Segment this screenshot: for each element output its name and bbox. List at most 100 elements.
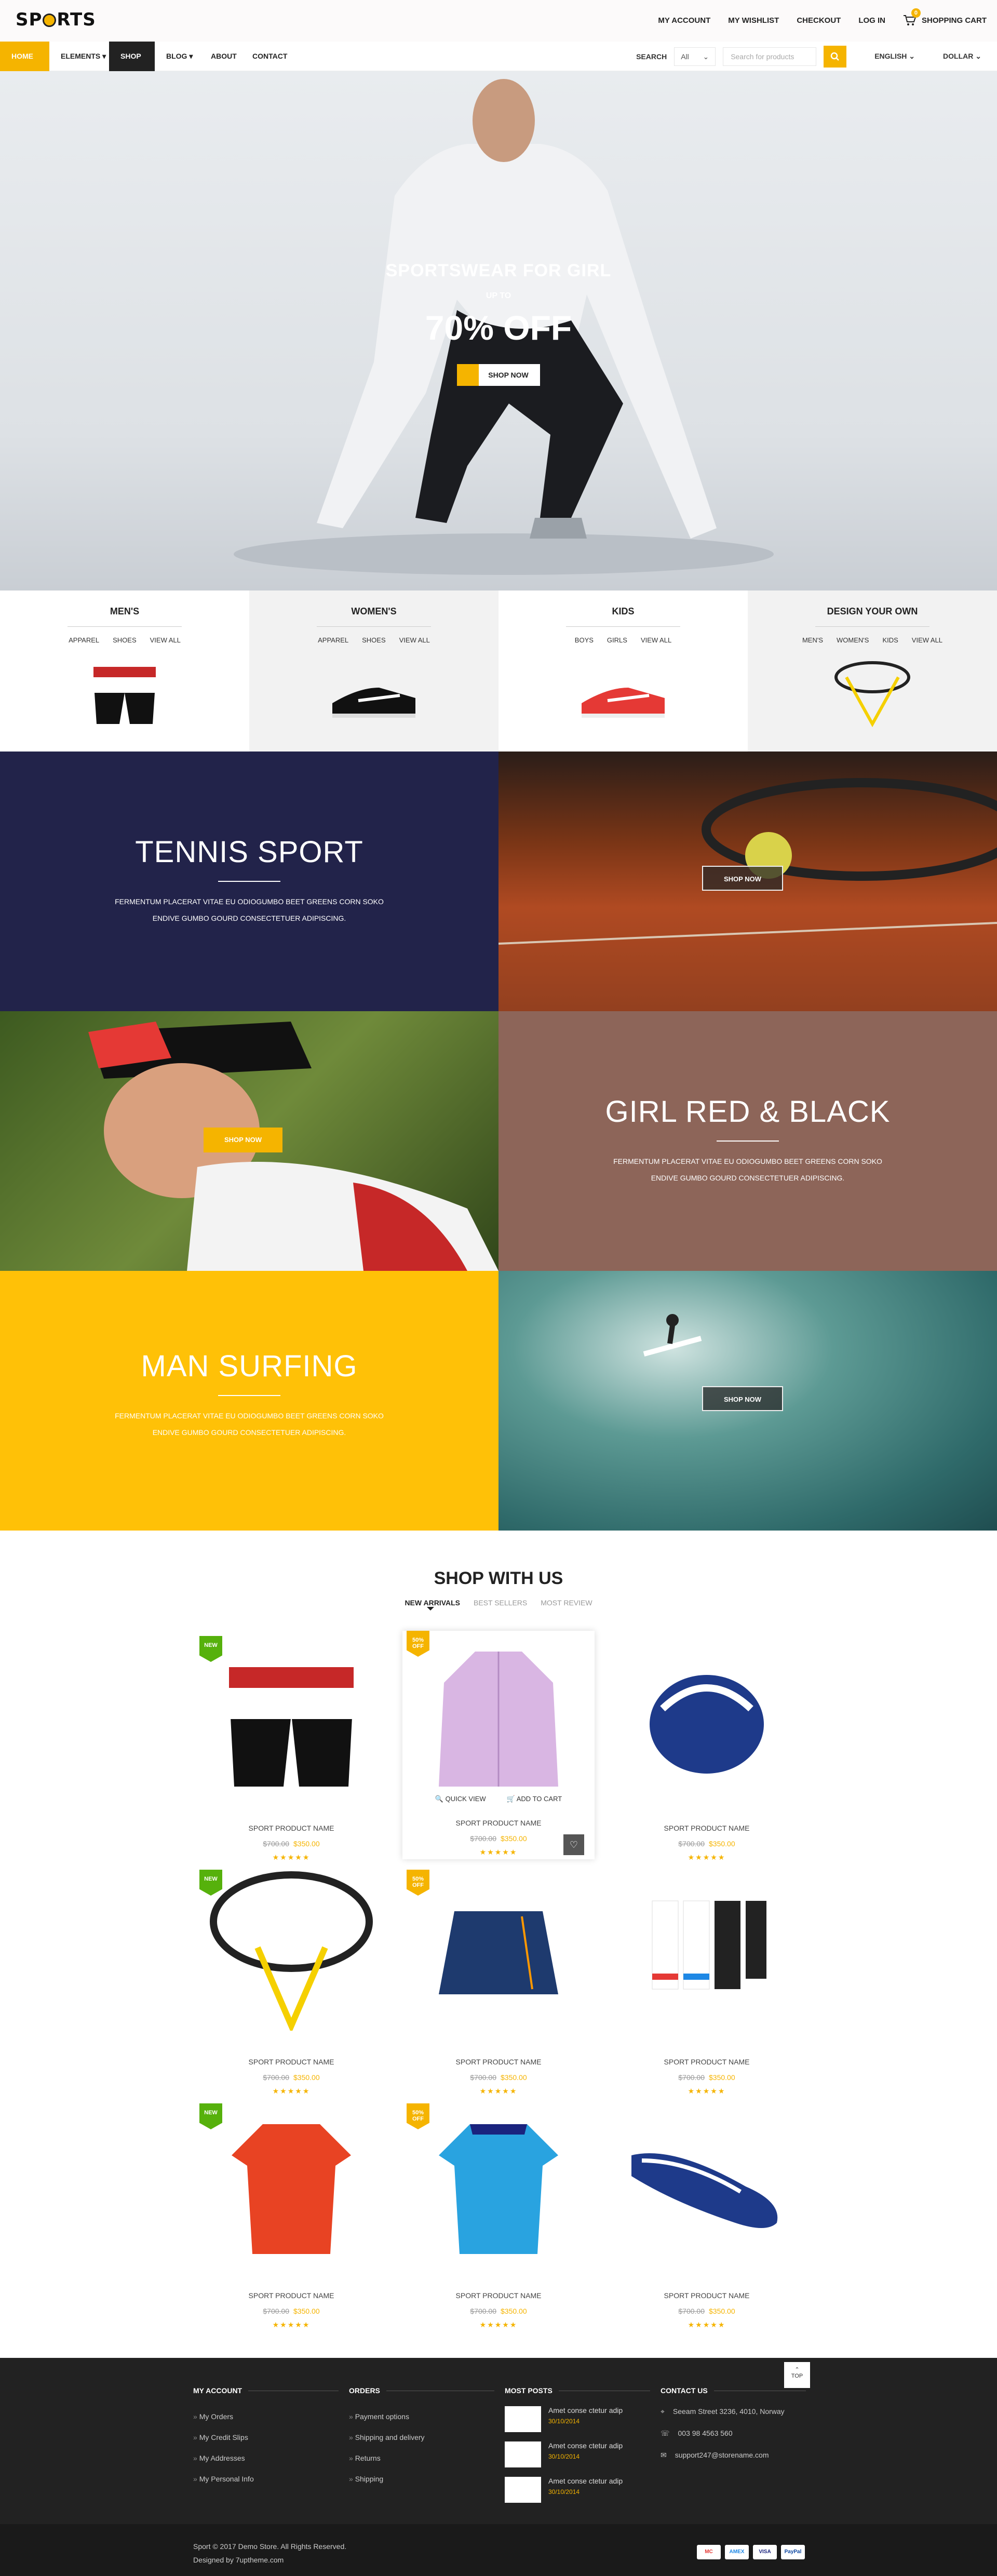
product-name[interactable]: SPORT PRODUCT NAME	[195, 2291, 387, 2300]
tab-new-arrivals[interactable]: NEW ARRIVALS	[405, 1599, 460, 1611]
ball-icon	[43, 14, 57, 27]
banner-shop-now-button[interactable]: SHOP NOW	[204, 1128, 282, 1152]
footer-link[interactable]: Returns	[349, 2448, 494, 2468]
product-card[interactable]: SPORT PRODUCT NAME $700.00 $350.00 ★★★★★	[611, 1870, 803, 2098]
nav-blog[interactable]: BLOG ▾	[155, 42, 204, 71]
footer-orders: ORDERS Payment options Shipping and deli…	[349, 2386, 494, 2489]
quick-view-button[interactable]: 🔍 QUICK VIEW	[435, 1795, 486, 1803]
product-card[interactable]: NEW SPORT PRODUCT NAME $700.00 $350.00 ★★…	[195, 2103, 387, 2332]
old-price: $700.00	[678, 2073, 705, 2082]
category-select[interactable]: All ⌄	[674, 47, 716, 66]
footer-link[interactable]: Shipping and delivery	[349, 2427, 494, 2448]
footer-link[interactable]: Payment options	[349, 2406, 494, 2427]
site-logo[interactable]: SP RTS	[16, 9, 96, 30]
product-card[interactable]: 50% OFF SPORT PRODUCT NAME $700.00 $350.0…	[402, 1870, 595, 2098]
hero-shop-now-button[interactable]: SHOP NOW	[457, 364, 540, 386]
product-card-hovered[interactable]: 50% OFF 🔍 QUICK VIEW 🛒 ADD TO CART SPORT…	[402, 1631, 595, 1859]
nav-home[interactable]: HOME ▾	[0, 42, 49, 90]
banner-shop-now-button[interactable]: SHOP NOW	[702, 866, 783, 891]
product-card[interactable]: SPORT PRODUCT NAME $700.00 $350.00 ★★★★★	[611, 2103, 803, 2332]
product-image[interactable]	[611, 1870, 803, 2031]
product-name[interactable]: SPORT PRODUCT NAME	[611, 2058, 803, 2066]
designer-credit[interactable]: Designed by 7uptheme.com	[193, 2553, 346, 2567]
category-link[interactable]: VIEW ALL	[912, 636, 942, 644]
category-link[interactable]: SHOES	[113, 636, 137, 644]
product-card[interactable]: 50% OFF SPORT PRODUCT NAME $700.00 $350.0…	[402, 2103, 595, 2332]
category-link[interactable]: VIEW ALL	[150, 636, 181, 644]
product-image[interactable]	[195, 2103, 387, 2264]
old-price: $700.00	[470, 1834, 496, 1843]
nav-shop[interactable]: SHOP ▾	[109, 42, 155, 90]
footer-link[interactable]: My Credit Slips	[193, 2427, 339, 2448]
footer-heading: MOST POSTS	[505, 2386, 553, 2395]
banner-surf: MAN SURFING FERMENTUM PLACERAT VITAE EU …	[0, 1271, 498, 1531]
tab-most-review[interactable]: MOST REVIEW	[541, 1599, 592, 1607]
my-account-link[interactable]: MY ACCOUNT	[658, 16, 710, 25]
wishlist-heart-icon[interactable]: ♡	[563, 1834, 584, 1855]
tab-best-sellers[interactable]: BEST SELLERS	[474, 1599, 527, 1607]
category-link[interactable]: BOYS	[575, 636, 594, 644]
post-item[interactable]: Amet conse ctetur adip 30/10/2014	[505, 2477, 650, 2512]
category-link[interactable]: VIEW ALL	[641, 636, 671, 644]
shoe-image	[332, 688, 415, 718]
checkout-link[interactable]: CHECKOUT	[797, 16, 841, 25]
banner-shop-now-button[interactable]: SHOP NOW	[702, 1386, 783, 1411]
product-name[interactable]: SPORT PRODUCT NAME	[402, 2058, 595, 2066]
sale-price: $350.00	[501, 1834, 527, 1843]
add-to-cart-button[interactable]: 🛒 ADD TO CART	[507, 1795, 562, 1803]
old-price: $700.00	[263, 2307, 289, 2315]
product-name[interactable]: SPORT PRODUCT NAME	[402, 2291, 595, 2300]
category-link[interactable]: WOMEN'S	[837, 636, 869, 644]
product-card[interactable]: NEW SPORT PRODUCT NAME $700.00 $350.00 ★★…	[195, 1636, 387, 1864]
post-title[interactable]: Amet conse ctetur adip	[548, 2477, 623, 2485]
old-price: $700.00	[470, 2307, 496, 2315]
post-item[interactable]: Amet conse ctetur adip 30/10/2014	[505, 2406, 650, 2441]
contact-email[interactable]: support247@storename.com	[675, 2450, 769, 2460]
shopping-cart-link[interactable]: 0 SHOPPING CART	[903, 8, 987, 26]
currency-select[interactable]: DOLLAR ⌄	[943, 52, 981, 61]
product-image[interactable]	[402, 2103, 595, 2264]
product-name[interactable]: SPORT PRODUCT NAME	[611, 1824, 803, 1832]
product-name[interactable]: SPORT PRODUCT NAME	[195, 2058, 387, 2066]
search-button[interactable]	[824, 45, 847, 68]
post-item[interactable]: Amet conse ctetur adip 30/10/2014	[505, 2441, 650, 2477]
back-to-top-button[interactable]: ⌃ TOP	[784, 2362, 810, 2388]
category-kids: KIDS BOYS GIRLS VIEW ALL	[498, 591, 748, 752]
cart-label: SHOPPING CART	[921, 16, 987, 25]
search-input[interactable]: Search for products	[723, 47, 817, 66]
search-icon	[830, 52, 840, 61]
category-link[interactable]: GIRLS	[607, 636, 627, 644]
category-link[interactable]: SHOES	[362, 636, 386, 644]
product-name[interactable]: SPORT PRODUCT NAME	[611, 2291, 803, 2300]
category-link[interactable]: APPAREL	[69, 636, 99, 644]
product-name[interactable]: SPORT PRODUCT NAME	[402, 1819, 595, 1827]
nav-contact[interactable]: CONTACT	[241, 42, 299, 71]
footer-link[interactable]: Shipping	[349, 2468, 494, 2489]
product-image[interactable]	[195, 1636, 387, 1797]
product-name[interactable]: SPORT PRODUCT NAME	[195, 1824, 387, 1832]
footer-link[interactable]: My Personal Info	[193, 2468, 339, 2489]
language-select[interactable]: ENGLISH ⌄	[874, 52, 915, 61]
sale-price: $350.00	[293, 2307, 320, 2315]
product-card[interactable]: SPORT PRODUCT NAME $700.00 $350.00 ★★★★★	[611, 1636, 803, 1864]
product-card[interactable]: NEW SPORT PRODUCT NAME $700.00 $350.00 ★★…	[195, 1870, 387, 2098]
product-image[interactable]	[402, 1870, 595, 2031]
map-pin-icon: ⌖	[661, 2407, 665, 2416]
my-wishlist-link[interactable]: MY WISHLIST	[728, 16, 779, 25]
category-link[interactable]: APPAREL	[318, 636, 348, 644]
footer-contact: CONTACT US ⌖ Seeam Street 3236, 4010, Nor…	[661, 2386, 806, 2472]
category-link[interactable]: VIEW ALL	[399, 636, 430, 644]
login-link[interactable]: LOG IN	[858, 16, 885, 25]
product-image[interactable]	[611, 2103, 803, 2264]
hero-title: SPORTSWEAR FOR GIRL	[385, 261, 612, 280]
product-image[interactable]	[611, 1636, 803, 1797]
footer-link[interactable]: My Addresses	[193, 2448, 339, 2468]
post-title[interactable]: Amet conse ctetur adip	[548, 2441, 623, 2450]
post-title[interactable]: Amet conse ctetur adip	[548, 2406, 623, 2414]
category-link[interactable]: KIDS	[882, 636, 898, 644]
category-link[interactable]: MEN'S	[802, 636, 823, 644]
footer-link[interactable]: My Orders	[193, 2406, 339, 2427]
product-image[interactable]	[402, 1631, 595, 1792]
nav-elements[interactable]: ELEMENTS ▾	[49, 42, 117, 71]
product-image[interactable]	[195, 1870, 387, 2034]
